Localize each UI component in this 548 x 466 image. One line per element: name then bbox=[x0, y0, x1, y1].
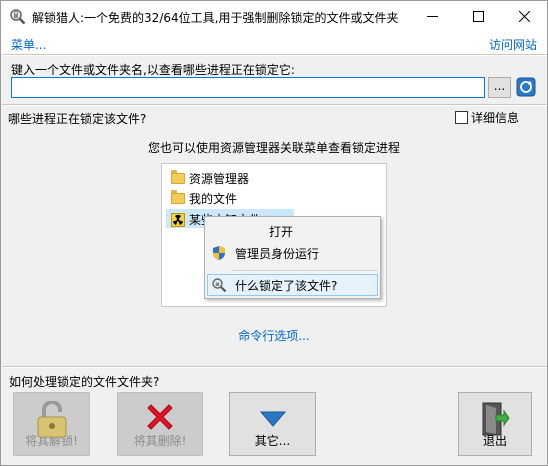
uac-shield-icon bbox=[213, 246, 225, 260]
browse-button[interactable]: ... bbox=[488, 77, 511, 98]
divider bbox=[2, 366, 546, 368]
context-menu-item: 打开 bbox=[205, 220, 380, 242]
delete-button[interactable]: 将其删除! bbox=[117, 392, 203, 456]
illustration-item: 资源管理器 bbox=[171, 170, 249, 187]
refresh-icon bbox=[516, 77, 536, 97]
detail-checkbox[interactable]: 详细信息 bbox=[454, 109, 519, 126]
folder-icon bbox=[171, 170, 185, 184]
maximize-button[interactable] bbox=[455, 1, 501, 32]
menu-link[interactable]: 菜单... bbox=[11, 36, 46, 53]
illustration-item-label: 资源管理器 bbox=[189, 172, 250, 186]
detail-checkbox-label: 详细信息 bbox=[470, 111, 519, 125]
context-menu-item: 管理员身份运行 bbox=[205, 242, 380, 264]
title-bar: 解锁猎人:一个免费的32/64位工具,用于强制删除锁定的文件或文件夹 bbox=[1, 1, 547, 32]
context-menu-separator bbox=[233, 270, 378, 271]
context-menu-item-label: 什么锁定了该文件? bbox=[235, 278, 338, 293]
context-menu-item: 什么锁定了该文件? bbox=[205, 274, 380, 296]
minimize-icon bbox=[426, 16, 438, 17]
illustration-item-label: 我的文件 bbox=[189, 192, 238, 206]
exit-door-icon bbox=[482, 402, 510, 436]
actions-label: 如何处理锁定的文件文件夹? bbox=[9, 375, 160, 389]
checkbox-box[interactable] bbox=[454, 111, 468, 124]
command-line-options-text[interactable]: 命令行选项... bbox=[238, 329, 309, 343]
exit-button[interactable]: 退出 bbox=[458, 392, 532, 456]
maximize-icon bbox=[472, 11, 484, 22]
context-menu-item-label: 管理员身份运行 bbox=[235, 246, 320, 261]
path-prompt: 键入一个文件或文件夹名,以查看哪些进程正在锁定它: bbox=[11, 63, 295, 77]
divider bbox=[2, 54, 546, 56]
delete-x-icon bbox=[147, 404, 173, 430]
other-options-button[interactable]: 其它... bbox=[229, 392, 316, 456]
context-menu-hint: 您也可以使用资源管理器关联菜单查看锁定进程 bbox=[147, 141, 400, 155]
unlock-button[interactable]: 将其解锁! bbox=[13, 392, 90, 456]
app-window: 解锁猎人:一个免费的32/64位工具,用于强制删除锁定的文件或文件夹 菜单...… bbox=[0, 0, 548, 466]
process-section-label: 哪些进程正在锁定该文件? bbox=[8, 112, 147, 126]
path-input[interactable] bbox=[11, 77, 485, 98]
magnifier-lock-icon bbox=[212, 278, 227, 293]
command-line-options-link: 命令行选项... bbox=[1, 327, 547, 344]
context-menu-illustration: 打开 管理员身份运行 什么锁定了该文件? bbox=[204, 216, 381, 299]
other-options-button-label: 其它... bbox=[254, 434, 291, 448]
folder-icon bbox=[171, 190, 185, 204]
magnifier-lock-icon bbox=[10, 9, 26, 25]
close-icon bbox=[518, 11, 530, 22]
unlock-padlock-icon bbox=[37, 401, 66, 438]
radiation-file-icon bbox=[171, 212, 185, 227]
delete-button-label: 将其删除! bbox=[133, 434, 187, 448]
refresh-button[interactable] bbox=[515, 76, 537, 98]
dropdown-arrow-icon bbox=[259, 411, 286, 427]
illustration-item: 我的文件 bbox=[171, 190, 237, 207]
minimize-button[interactable] bbox=[409, 1, 455, 32]
menu-bar: 菜单... 访问网站 bbox=[1, 32, 547, 54]
visit-website-link[interactable]: 访问网站 bbox=[489, 36, 537, 53]
window-title: 解锁猎人:一个免费的32/64位工具,用于强制删除锁定的文件或文件夹 bbox=[32, 11, 399, 25]
divider bbox=[2, 104, 546, 106]
context-menu-item-label: 打开 bbox=[269, 224, 294, 239]
close-button[interactable] bbox=[501, 1, 547, 32]
